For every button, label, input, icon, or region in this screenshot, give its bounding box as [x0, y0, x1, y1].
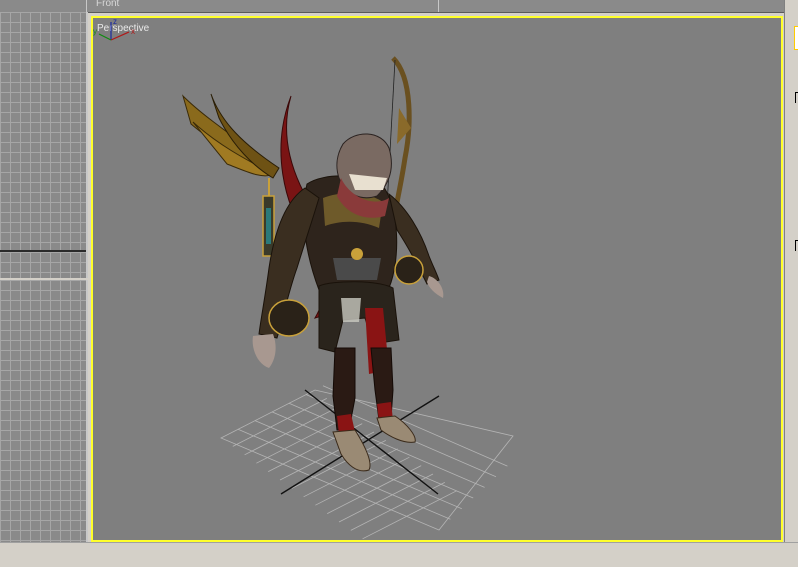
- left-bottom-viewport[interactable]: [0, 280, 88, 542]
- front-viewport-edge: [88, 0, 439, 12]
- top-left-viewport-edge: [0, 0, 87, 12]
- perspective-viewport[interactable]: Perspective z x y: [91, 16, 783, 542]
- top-right-viewport-edge: [440, 0, 785, 12]
- axis-tripod-icon: z x y: [93, 18, 135, 41]
- status-bar: [0, 542, 798, 567]
- character-model[interactable]: [181, 56, 444, 472]
- panel-tab[interactable]: [794, 26, 798, 50]
- axis-y-label: y: [93, 27, 97, 36]
- axis-x-label: x: [131, 27, 135, 36]
- viewport-scene: [181, 56, 514, 540]
- top-viewport-strip: Front: [0, 0, 790, 13]
- axis-z-label: z: [113, 18, 117, 26]
- command-panel-edge[interactable]: [784, 0, 798, 566]
- front-viewport-label[interactable]: Front: [96, 0, 119, 9]
- left-top-viewport[interactable]: [0, 12, 88, 278]
- viewport-divider: [0, 250, 86, 252]
